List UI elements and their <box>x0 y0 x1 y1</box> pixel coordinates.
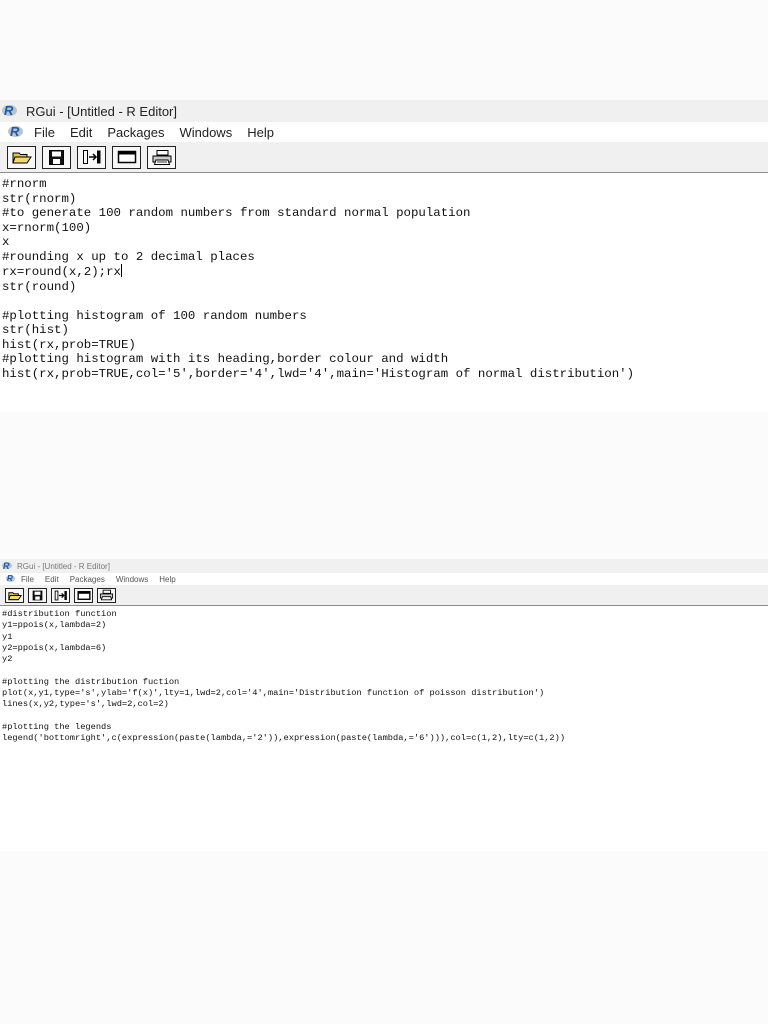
window-title: RGui - [Untitled - R Editor] <box>26 103 177 119</box>
code-line: #plotting histogram with its heading,bor… <box>2 352 449 366</box>
menu-help[interactable]: Help <box>159 575 175 584</box>
code-line: x <box>2 235 10 249</box>
run-line-icon <box>54 590 67 600</box>
toolbar <box>0 142 768 173</box>
code-line: str(hist) <box>2 323 69 337</box>
run-line-button[interactable] <box>51 587 70 603</box>
code-line: y2 <box>2 654 13 665</box>
script-editor[interactable]: #rnorm str(rnorm) #to generate 100 random … <box>0 173 768 381</box>
r-logo-icon[interactable]: R <box>8 125 28 139</box>
window-icon <box>76 590 91 600</box>
code-line: hist(rx,prob=TRUE) <box>2 337 136 352</box>
print-icon <box>99 589 114 601</box>
window-icon <box>117 150 136 164</box>
code-line: #to generate 100 random numbers from sta… <box>2 206 471 220</box>
open-script-button[interactable] <box>7 145 36 169</box>
code-line: str(rnorm) <box>2 191 77 206</box>
menu-bar: R File Edit Packages Windows Help <box>0 122 768 142</box>
menu-edit[interactable]: Edit <box>70 125 92 140</box>
code-line: #plotting histogram of 100 random number… <box>2 308 307 323</box>
text-cursor <box>120 264 122 277</box>
run-line-icon <box>82 150 100 164</box>
code-line: str(round) <box>2 279 77 294</box>
script-editor[interactable]: #distribution function y1=ppois(x,lambda=… <box>0 606 768 745</box>
print-icon <box>152 149 171 165</box>
code-line: y1 <box>2 631 13 642</box>
new-window-button[interactable] <box>112 145 141 169</box>
run-line-button[interactable] <box>77 145 106 169</box>
title-bar: R RGui - [Untitled - R Editor] <box>0 100 768 122</box>
code-line: plot(x,y1,type='s',ylab='f(x)',lty=1,lwd… <box>2 688 545 699</box>
code-line: rx=round(x,2);rx <box>2 264 122 279</box>
menu-edit[interactable]: Edit <box>45 575 59 584</box>
menu-packages[interactable]: Packages <box>70 575 105 584</box>
code-line: y2=ppois(x,lambda=6) <box>2 642 107 653</box>
code-line: #plotting the legends <box>2 721 112 732</box>
menu-file[interactable]: File <box>21 575 34 584</box>
open-script-button[interactable] <box>5 587 24 603</box>
save-icon <box>49 149 64 165</box>
save-script-button[interactable] <box>28 587 47 603</box>
code-line: legend('bottomright',c(expression(paste(… <box>2 733 566 744</box>
print-button[interactable] <box>147 145 176 169</box>
save-icon <box>32 590 43 600</box>
menu-help[interactable]: Help <box>247 125 274 140</box>
window-title: RGui - [Untitled - R Editor] <box>17 561 110 571</box>
code-line: lines(x,y2,type='s',lwd=2,col=2) <box>2 699 169 710</box>
r-logo-icon: R <box>2 561 13 571</box>
code-line: y1=ppois(x,lambda=2) <box>2 620 107 631</box>
toolbar <box>0 585 768 606</box>
menu-windows[interactable]: Windows <box>179 125 232 140</box>
code-line: hist(rx,prob=TRUE,col='5',border='4',lwd… <box>2 366 635 381</box>
code-line: #rnorm <box>2 177 47 191</box>
menu-file[interactable]: File <box>34 125 55 140</box>
menu-windows[interactable]: Windows <box>116 575 148 584</box>
code-line: x=rnorm(100) <box>2 220 92 235</box>
r-logo-icon: R <box>2 104 20 118</box>
open-folder-icon <box>11 152 32 164</box>
code-line: #rounding x up to 2 decimal places <box>2 249 255 264</box>
menu-bar: R File Edit Packages Windows Help <box>0 573 768 585</box>
code-line: #plotting the distribution fuction <box>2 676 180 687</box>
print-button[interactable] <box>97 587 116 603</box>
code-line: #distribution function <box>2 609 117 619</box>
menu-packages[interactable]: Packages <box>107 125 164 140</box>
open-folder-icon <box>7 591 22 600</box>
save-script-button[interactable] <box>42 145 71 169</box>
r-logo-icon[interactable]: R <box>6 574 17 584</box>
title-bar: R RGui - [Untitled - R Editor] <box>0 559 768 573</box>
new-window-button[interactable] <box>74 587 93 603</box>
r-editor-window-2: R RGui - [Untitled - R Editor] R File Ed… <box>0 559 768 851</box>
r-editor-window-1: R RGui - [Untitled - R Editor] R File Ed… <box>0 100 768 412</box>
